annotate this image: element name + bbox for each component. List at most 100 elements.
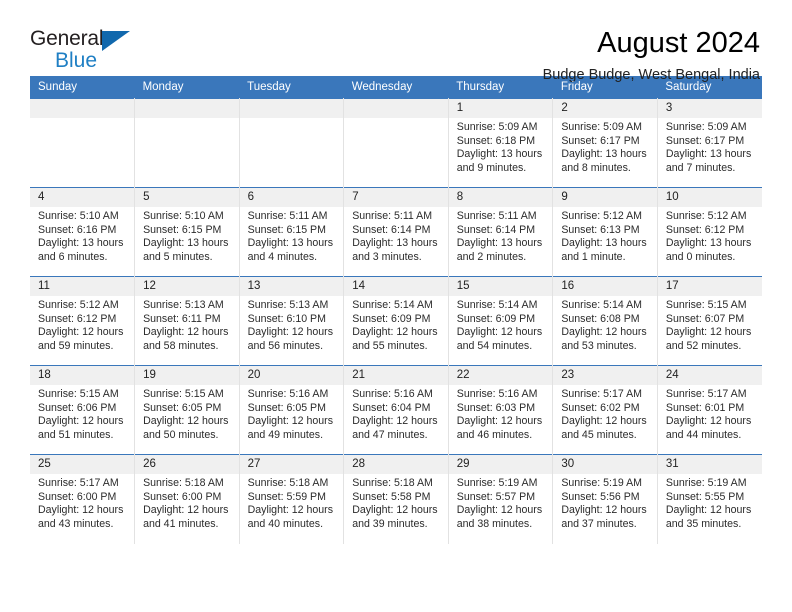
day-details: Sunrise: 5:15 AM Sunset: 6:06 PM Daylight:… — [30, 385, 134, 442]
day-details: Sunrise: 5:13 AM Sunset: 6:11 PM Daylight:… — [135, 296, 239, 353]
calendar-day-cell[interactable]: 6 Sunrise: 5:11 AM Sunset: 6:15 PM Daylight… — [239, 187, 345, 277]
sunset-text: Sunset: 6:14 PM — [352, 223, 431, 236]
sunrise-text: Sunrise: 5:12 AM — [561, 210, 642, 222]
calendar-day-cell[interactable]: 17 Sunrise: 5:15 AM Sunset: 6:07 PM Dayligh… — [657, 276, 762, 366]
calendar-week-row: 1 Sunrise: 5:09 AM Sunset: 6:18 PM Daylight… — [30, 98, 762, 188]
sunset-text: Sunset: 6:11 PM — [143, 312, 221, 325]
calendar-day-cell[interactable]: 25 Sunrise: 5:17 AM Sunset: 6:00 PM Dayligh… — [30, 454, 136, 544]
day-number: 3 — [657, 99, 762, 118]
calendar-day-cell[interactable]: 28 Sunrise: 5:18 AM Sunset: 5:58 PM Dayligh… — [343, 454, 449, 544]
sunrise-text: Sunrise: 5:10 AM — [38, 210, 119, 222]
calendar-day-cell[interactable]: 1 Sunrise: 5:09 AM Sunset: 6:18 PM Daylight… — [448, 98, 554, 188]
weekday-header-tuesday: Tuesday — [239, 76, 344, 99]
daylight-text-line2: and 8 minutes. — [561, 161, 631, 174]
calendar-day-cell[interactable]: 23 Sunrise: 5:17 AM Sunset: 6:02 PM Dayligh… — [552, 365, 658, 455]
daylight-text-line2: and 7 minutes. — [665, 161, 736, 174]
calendar-week-row: 25 Sunrise: 5:17 AM Sunset: 6:00 PM Dayligh… — [30, 454, 762, 544]
calendar-day-cell[interactable]: 8 Sunrise: 5:11 AM Sunset: 6:14 PM Daylight… — [448, 187, 554, 277]
daylight-text-line2: and 3 minutes. — [352, 250, 422, 263]
calendar-day-cell[interactable]: 11 Sunrise: 5:12 AM Sunset: 6:12 PM Dayligh… — [30, 276, 136, 366]
calendar-day-cell[interactable]: 3 Sunrise: 5:09 AM Sunset: 6:17 PM Daylight… — [657, 98, 762, 188]
daylight-text-line2: and 0 minutes. — [665, 250, 736, 263]
calendar-day-cell[interactable]: 7 Sunrise: 5:11 AM Sunset: 6:14 PM Daylight… — [343, 187, 449, 277]
sunrise-text: Sunrise: 5:15 AM — [665, 299, 747, 311]
calendar-day-cell[interactable]: 2 Sunrise: 5:09 AM Sunset: 6:17 PM Daylight… — [552, 98, 658, 188]
day-number: 5 — [135, 188, 239, 207]
daylight-text-line1: Daylight: 12 hours — [456, 504, 543, 517]
daylight-text-line1: Daylight: 12 hours — [561, 504, 647, 517]
day-details: Sunrise: 5:11 AM Sunset: 6:15 PM Daylight:… — [240, 207, 344, 264]
day-number: 25 — [30, 455, 135, 474]
weekday-header-sunday: Sunday — [30, 76, 135, 99]
day-number: 17 — [657, 277, 762, 296]
day-details: Sunrise: 5:18 AM Sunset: 5:59 PM Daylight:… — [240, 474, 344, 531]
daylight-text-line2: and 40 minutes. — [247, 517, 324, 530]
daylight-text-line1: Daylight: 13 hours — [143, 237, 229, 250]
daylight-text-line2: and 46 minutes. — [456, 428, 533, 441]
day-details: Sunrise: 5:15 AM Sunset: 6:05 PM Daylight:… — [135, 385, 239, 442]
calendar-day-cell[interactable]: 24 Sunrise: 5:17 AM Sunset: 6:01 PM Dayligh… — [657, 365, 762, 455]
day-number: 22 — [448, 366, 553, 385]
daylight-text-line2: and 45 minutes. — [561, 428, 637, 441]
day-number: 10 — [657, 188, 762, 207]
calendar-day-cell[interactable]: 15 Sunrise: 5:14 AM Sunset: 6:09 PM Dayligh… — [448, 276, 554, 366]
daylight-text-line1: Daylight: 13 hours — [456, 237, 543, 250]
calendar-day-cell[interactable]: 19 Sunrise: 5:15 AM Sunset: 6:05 PM Dayligh… — [134, 365, 240, 455]
calendar-day-cell[interactable]: 21 Sunrise: 5:16 AM Sunset: 6:04 PM Dayligh… — [343, 365, 449, 455]
calendar-day-cell[interactable]: 29 Sunrise: 5:19 AM Sunset: 5:57 PM Dayligh… — [448, 454, 554, 544]
day-details: Sunrise: 5:11 AM Sunset: 6:14 PM Daylight:… — [449, 207, 553, 264]
daylight-text-line1: Daylight: 12 hours — [561, 326, 647, 339]
daylight-text-line2: and 5 minutes. — [143, 250, 213, 263]
calendar-day-cell[interactable]: 20 Sunrise: 5:16 AM Sunset: 6:05 PM Dayligh… — [239, 365, 345, 455]
day-details: Sunrise: 5:16 AM Sunset: 6:04 PM Daylight:… — [344, 385, 448, 442]
sunset-text: Sunset: 6:12 PM — [665, 223, 745, 236]
sunset-text: Sunset: 6:09 PM — [352, 312, 431, 325]
day-number: 6 — [239, 188, 344, 207]
day-number: 15 — [448, 277, 553, 296]
day-number — [135, 99, 239, 118]
calendar-day-cell[interactable]: 4 Sunrise: 5:10 AM Sunset: 6:16 PM Daylight… — [30, 187, 136, 277]
brand-logo[interactable]: General Blue — [30, 26, 150, 72]
day-number: 4 — [30, 188, 135, 207]
sunrise-text: Sunrise: 5:16 AM — [456, 388, 538, 400]
day-details: Sunrise: 5:19 AM Sunset: 5:56 PM Daylight:… — [553, 474, 657, 531]
calendar-day-cell[interactable]: 18 Sunrise: 5:15 AM Sunset: 6:06 PM Dayligh… — [30, 365, 136, 455]
daylight-text-line1: Daylight: 13 hours — [38, 237, 124, 250]
day-details: Sunrise: 5:18 AM Sunset: 5:58 PM Daylight:… — [344, 474, 448, 531]
calendar-day-cell[interactable]: 13 Sunrise: 5:13 AM Sunset: 6:10 PM Dayligh… — [239, 276, 345, 366]
calendar-day-cell[interactable]: 22 Sunrise: 5:16 AM Sunset: 6:03 PM Dayligh… — [448, 365, 554, 455]
daylight-text-line2: and 54 minutes. — [456, 339, 533, 352]
calendar-day-cell[interactable]: 27 Sunrise: 5:18 AM Sunset: 5:59 PM Dayligh… — [239, 454, 345, 544]
daylight-text-line1: Daylight: 13 hours — [352, 237, 438, 250]
day-details: Sunrise: 5:09 AM Sunset: 6:18 PM Daylight:… — [449, 118, 553, 175]
calendar-day-cell[interactable]: 26 Sunrise: 5:18 AM Sunset: 6:00 PM Dayligh… — [134, 454, 240, 544]
day-details: Sunrise: 5:18 AM Sunset: 6:00 PM Daylight:… — [135, 474, 239, 531]
day-details: Sunrise: 5:10 AM Sunset: 6:16 PM Daylight:… — [30, 207, 134, 264]
day-number: 23 — [553, 366, 657, 385]
sunset-text: Sunset: 6:10 PM — [247, 312, 326, 325]
daylight-text-line2: and 9 minutes. — [456, 161, 527, 174]
sunrise-text: Sunrise: 5:09 AM — [665, 121, 747, 133]
calendar-day-cell[interactable]: 30 Sunrise: 5:19 AM Sunset: 5:56 PM Dayligh… — [552, 454, 658, 544]
daylight-text-line2: and 35 minutes. — [665, 517, 742, 530]
day-details: Sunrise: 5:14 AM Sunset: 6:09 PM Daylight:… — [449, 296, 553, 353]
day-number — [30, 99, 135, 118]
weekday-header-thursday: Thursday — [448, 76, 553, 99]
day-details: Sunrise: 5:12 AM Sunset: 6:12 PM Daylight:… — [658, 207, 762, 264]
daylight-text-line1: Daylight: 12 hours — [561, 415, 647, 428]
calendar-day-cell[interactable]: 16 Sunrise: 5:14 AM Sunset: 6:08 PM Dayligh… — [552, 276, 658, 366]
calendar-day-cell[interactable]: 5 Sunrise: 5:10 AM Sunset: 6:15 PM Daylight… — [134, 187, 240, 277]
daylight-text-line1: Daylight: 12 hours — [665, 415, 752, 428]
sunset-text: Sunset: 6:02 PM — [561, 401, 640, 414]
daylight-text-line1: Daylight: 13 hours — [561, 148, 647, 161]
calendar-day-cell[interactable]: 14 Sunrise: 5:14 AM Sunset: 6:09 PM Dayligh… — [343, 276, 449, 366]
calendar-day-cell[interactable]: 9 Sunrise: 5:12 AM Sunset: 6:13 PM Daylight… — [552, 187, 658, 277]
day-details: Sunrise: 5:14 AM Sunset: 6:09 PM Daylight:… — [344, 296, 448, 353]
day-number: 14 — [344, 277, 448, 296]
sunrise-text: Sunrise: 5:12 AM — [38, 299, 119, 311]
calendar-day-cell[interactable]: 31 Sunrise: 5:19 AM Sunset: 5:55 PM Dayligh… — [657, 454, 762, 544]
daylight-text-line2: and 56 minutes. — [247, 339, 324, 352]
daylight-text-line1: Daylight: 13 hours — [456, 148, 543, 161]
calendar-day-cell[interactable]: 12 Sunrise: 5:13 AM Sunset: 6:11 PM Dayligh… — [134, 276, 240, 366]
calendar-day-cell[interactable]: 10 Sunrise: 5:12 AM Sunset: 6:12 PM Dayligh… — [657, 187, 762, 277]
